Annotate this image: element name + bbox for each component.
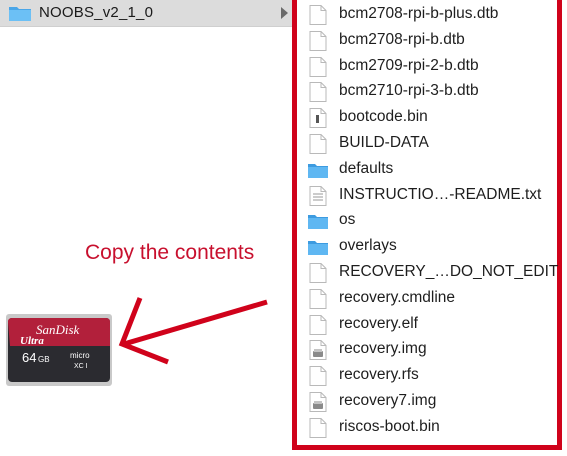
file-row[interactable]: defaults — [297, 157, 557, 183]
file-icon — [309, 56, 327, 77]
file-list-highlight-box: bcm2708-rpi-b-plus.dtb bcm2708-rpi-b.dtb b… — [292, 0, 562, 450]
file-row[interactable]: bcm2709-rpi-2-b.dtb — [297, 54, 557, 80]
file-row[interactable]: recovery.img — [297, 337, 557, 363]
file-row[interactable]: recovery.elf — [297, 312, 557, 338]
sdcard-capacity: 64 — [22, 350, 36, 365]
sd-card-image: SanDisk Ultra 64 GB micro XC I — [6, 314, 112, 386]
file-name: riscos-boot.bin — [339, 417, 440, 435]
folder-row-noobs[interactable]: NOOBS_v2_1_0 — [0, 0, 296, 27]
file-name: overlays — [339, 237, 397, 255]
file-row[interactable]: os — [297, 208, 557, 234]
chevron-right-icon — [281, 7, 288, 19]
file-row[interactable]: recovery.rfs — [297, 363, 557, 389]
disk-image-icon — [309, 392, 327, 412]
file-row[interactable]: bcm2708-rpi-b-plus.dtb — [297, 2, 557, 28]
sdcard-class: XC I — [74, 363, 88, 370]
file-name: recovery.img — [339, 340, 427, 358]
finder-column-left: NOOBS_v2_1_0 — [0, 0, 296, 27]
file-name: INSTRUCTIO…-README.txt — [339, 185, 542, 203]
file-icon — [309, 82, 327, 103]
binary-file-icon — [309, 108, 327, 129]
disk-image-icon — [309, 340, 327, 361]
file-row[interactable]: recovery7.img — [297, 389, 557, 415]
text-file-icon — [309, 185, 327, 206]
file-icon — [309, 417, 327, 438]
file-name: bcm2708-rpi-b-plus.dtb — [339, 5, 499, 22]
folder-icon — [307, 212, 328, 232]
arrow-icon — [118, 297, 268, 365]
file-icon — [309, 134, 327, 154]
file-row[interactable]: bcm2710-rpi-3-b.dtb — [297, 79, 557, 105]
file-icon — [309, 263, 327, 283]
folder-icon — [8, 4, 32, 22]
sdcard-line: Ultra — [20, 335, 44, 347]
file-icon — [309, 366, 327, 387]
file-name: bootcode.bin — [339, 108, 428, 126]
file-row[interactable]: INSTRUCTIO…-README.txt — [297, 183, 557, 209]
file-icon — [309, 314, 327, 335]
file-name: recovery.elf — [339, 314, 418, 332]
file-name: RECOVERY_…DO_NOT_EDIT — [339, 263, 559, 280]
file-icon — [309, 5, 327, 25]
file-name: bcm2709-rpi-2-b.dtb — [339, 56, 479, 74]
folder-icon — [307, 238, 328, 258]
sdcard-unit: GB — [38, 355, 50, 364]
folder-label: NOOBS_v2_1_0 — [39, 4, 154, 21]
file-name: recovery7.img — [339, 392, 437, 409]
file-row[interactable]: bcm2708-rpi-b.dtb — [297, 28, 557, 54]
file-name: os — [339, 211, 356, 229]
file-row[interactable]: riscos-boot.bin — [297, 415, 557, 441]
file-icon — [309, 288, 327, 309]
file-row[interactable]: overlays — [297, 234, 557, 260]
file-name: recovery.cmdline — [339, 288, 456, 306]
file-row[interactable]: bootcode.bin — [297, 105, 557, 131]
file-name: bcm2708-rpi-b.dtb — [339, 30, 465, 48]
file-row[interactable]: recovery.cmdline — [297, 286, 557, 312]
file-name: recovery.rfs — [339, 366, 419, 384]
file-row[interactable]: RECOVERY_…DO_NOT_EDIT — [297, 260, 559, 286]
sdcard-logo: micro — [70, 351, 90, 360]
file-name: BUILD-DATA — [339, 134, 429, 151]
file-row[interactable]: BUILD-DATA — [297, 131, 557, 157]
copy-caption: Copy the contents — [85, 241, 255, 264]
file-name: defaults — [339, 159, 394, 177]
file-icon — [309, 30, 327, 51]
folder-icon — [307, 161, 328, 181]
file-name: bcm2710-rpi-3-b.dtb — [339, 82, 479, 100]
